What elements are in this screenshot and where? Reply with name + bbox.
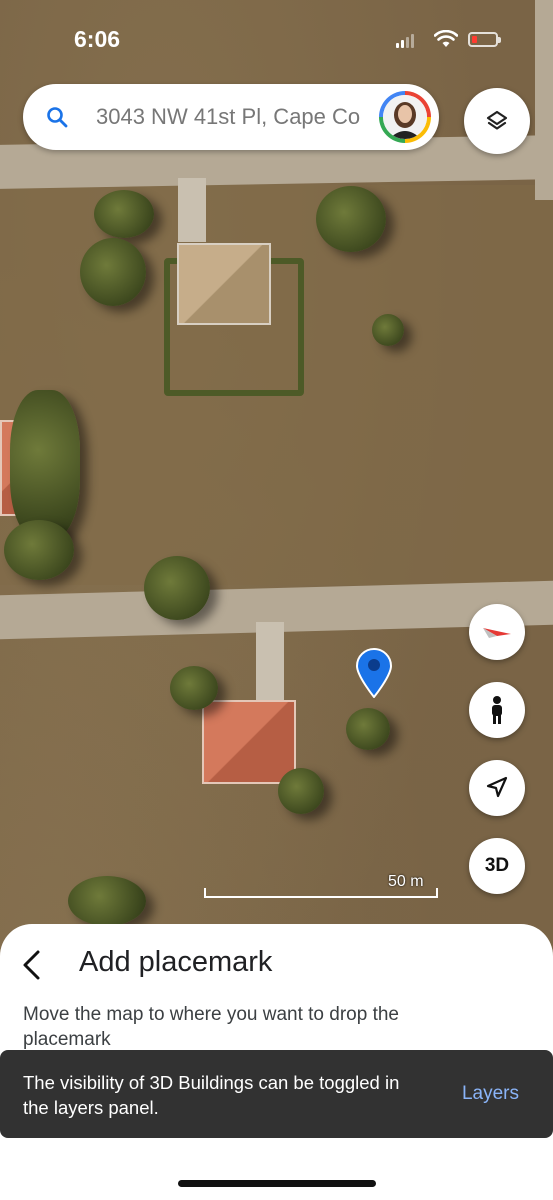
map-tree: [144, 556, 210, 620]
layers-button[interactable]: [464, 88, 530, 154]
snackbar-message: The visibility of 3D Buildings can be to…: [23, 1072, 400, 1118]
map-tree: [4, 520, 74, 580]
sheet-title: Add placemark: [79, 946, 273, 978]
compass-button[interactable]: [469, 604, 525, 660]
home-indicator[interactable]: [178, 1180, 376, 1187]
map-driveway: [256, 622, 284, 702]
map-driveway: [178, 178, 206, 242]
navigation-arrow-icon: [486, 776, 508, 798]
street-view-button[interactable]: [469, 682, 525, 738]
compass-icon: [483, 628, 511, 638]
avatar-icon: [383, 95, 427, 139]
search-icon: [47, 107, 68, 128]
placemark-pin-icon: [355, 648, 393, 698]
cellular-signal-icon: [396, 34, 414, 48]
map-scale-bar: [204, 888, 438, 898]
search-input[interactable]: 3043 NW 41st Pl, Cape Co: [96, 104, 386, 130]
map-road: [535, 0, 553, 200]
map-tree: [80, 238, 146, 306]
back-arrow-icon[interactable]: [20, 948, 44, 982]
battery-level: [472, 36, 477, 43]
pegman-icon: [492, 696, 502, 724]
battery-icon: [468, 32, 501, 47]
snackbar: The visibility of 3D Buildings can be to…: [0, 1050, 553, 1138]
map-house: [177, 243, 271, 325]
map-tree: [316, 186, 386, 252]
map-tree: [346, 708, 390, 750]
sheet-description: Move the map to where you want to drop t…: [23, 1004, 399, 1050]
account-avatar[interactable]: [379, 91, 431, 143]
layers-icon: [486, 110, 508, 130]
snackbar-layers-button[interactable]: Layers: [462, 1083, 519, 1105]
my-location-button[interactable]: [469, 760, 525, 816]
status-time: 6:06: [74, 26, 121, 52]
3d-toggle-button[interactable]: 3D: [469, 838, 525, 894]
map-tree: [68, 876, 146, 926]
map-tree: [372, 314, 404, 346]
map-house: [202, 700, 296, 784]
map-tree: [10, 390, 80, 540]
search-bar[interactable]: 3043 NW 41st Pl, Cape Co: [23, 84, 439, 150]
map-tree: [278, 768, 324, 814]
wifi-icon: [434, 30, 458, 47]
3d-label: 3D: [484, 855, 510, 876]
map-tree: [94, 190, 154, 238]
map-tree: [170, 666, 218, 710]
